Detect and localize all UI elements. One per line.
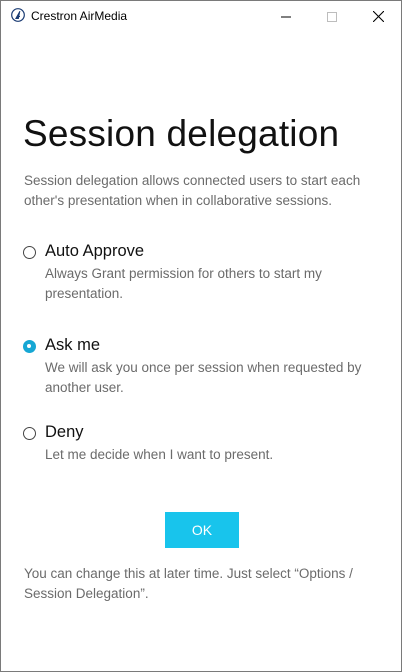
close-icon [372, 11, 384, 22]
window-title: Crestron AirMedia [31, 9, 128, 23]
ask-me-label: Ask me [45, 336, 101, 354]
maximize-button[interactable] [309, 1, 355, 32]
ok-button[interactable]: OK [165, 512, 239, 548]
close-button[interactable] [355, 1, 401, 32]
minimize-button[interactable] [263, 1, 309, 32]
maximize-icon [327, 11, 337, 22]
app-window: Crestron AirMedia Session delegation Ses… [0, 0, 402, 672]
title-bar[interactable]: Crestron AirMedia [1, 1, 401, 32]
deny-radio[interactable] [23, 427, 36, 440]
crestron-logo-icon [11, 8, 25, 22]
auto-approve-description: Always Grant permission for others to st… [45, 266, 322, 301]
page-title: Session delegation [23, 113, 340, 154]
intro-text: Session delegation allows connected user… [24, 173, 361, 208]
ask-me-radio[interactable] [23, 340, 36, 353]
footer-note: You can change this at later time. Just … [24, 566, 353, 601]
deny-description: Let me decide when I want to present. [45, 447, 274, 462]
minimize-icon [281, 16, 291, 17]
deny-label: Deny [45, 423, 84, 441]
ask-me-description: We will ask you once per session when re… [45, 360, 362, 395]
auto-approve-label: Auto Approve [45, 242, 145, 260]
auto-approve-radio[interactable] [23, 246, 36, 259]
